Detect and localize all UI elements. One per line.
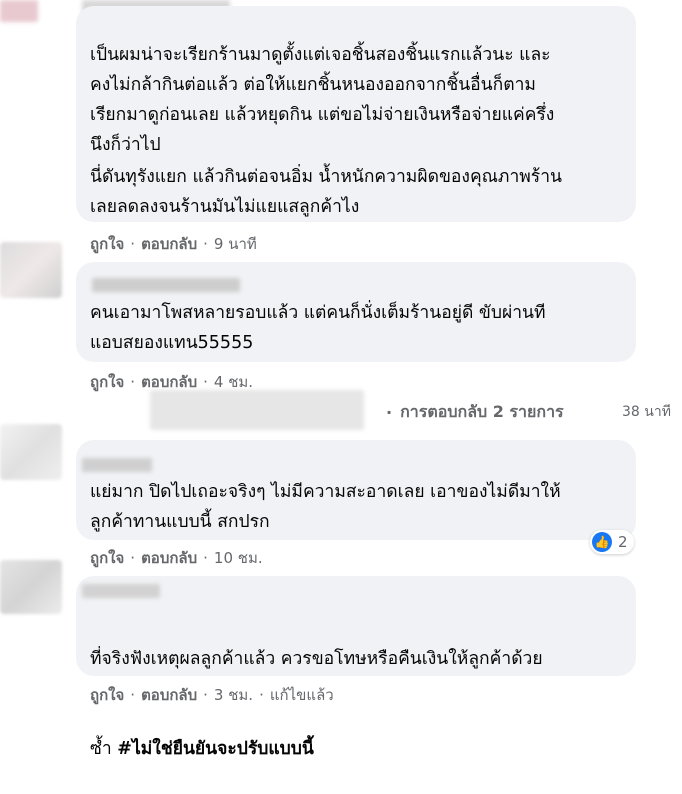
comment-timestamp[interactable]: 9 นาที: [214, 232, 257, 256]
like-link[interactable]: ถูกใจ: [90, 683, 124, 707]
dot-separator: ·: [203, 686, 208, 704]
comment-4-line-2-text: ซ้ำ: [90, 739, 118, 759]
blurred-reply-avatars: [150, 390, 364, 430]
hashtag-link[interactable]: #ไม่ใช่ยืนยันจะปรับแบบนี้: [117, 739, 314, 759]
dot-separator: ·: [203, 549, 208, 567]
like-link[interactable]: ถูกใจ: [90, 370, 124, 394]
dot-separator: ·: [130, 686, 136, 704]
comment-timestamp[interactable]: 10 ชม.: [214, 546, 263, 570]
like-link[interactable]: ถูกใจ: [90, 232, 124, 256]
comment-3-actions: ถูกใจ · ตอบกลับ · 10 ชม.: [90, 546, 263, 570]
like-link[interactable]: ถูกใจ: [90, 546, 124, 570]
blurred-name-4: [82, 584, 160, 598]
dot-separator: ·: [130, 235, 136, 253]
comment-3-text: แย่มาก ปิดไปเถอะจริงๆ ไม่มีความสะอาดเลย …: [90, 482, 561, 532]
reply-link[interactable]: ตอบกลับ: [141, 232, 197, 256]
comment-4-line-2: ซ้ำ #ไม่ใช่ยืนยันจะปรับแบบนี้: [90, 704, 650, 764]
comment-4-actions: ถูกใจ · ตอบกลับ · 3 ชม. · แก้ไขแล้ว: [90, 683, 334, 707]
avatar[interactable]: [0, 560, 62, 614]
blurred-name-3: [82, 458, 152, 472]
avatar[interactable]: [0, 424, 62, 480]
dot-separator: ·: [130, 549, 136, 567]
dot-separator: ·: [259, 686, 264, 704]
comment-2-text: คนเอามาโพสหลายรอบแล้ว แต่คนก็นั่งเต็มร้า…: [90, 303, 546, 353]
comment-1-paragraph-2: นี่ดันทุรังแยก แล้วกินต่อจนอิ่ม น้ำหนักค…: [90, 167, 562, 217]
dot-separator: ·: [130, 373, 136, 391]
reply-link[interactable]: ตอบกลับ: [141, 546, 197, 570]
comment-timestamp[interactable]: 3 ชม.: [214, 683, 253, 707]
dot-separator: ·: [203, 373, 208, 391]
reaction-summary[interactable]: 👍 2: [590, 530, 634, 554]
comment-1-actions: ถูกใจ · ตอบกลับ · 9 นาที: [90, 232, 257, 256]
reaction-count: 2: [618, 533, 628, 551]
edited-label[interactable]: แก้ไขแล้ว: [270, 683, 334, 707]
thumbs-up-icon: 👍: [592, 532, 612, 552]
dot-separator: ·: [203, 235, 208, 253]
blurred-name-top: [0, 0, 38, 22]
comment-1-paragraph-1: เป็นผมน่าจะเรียกร้านมาดูตั้งแต่เจอชิ้นสอ…: [90, 45, 555, 155]
comment-4-line-1: ที่จริงฟังเหตุผลลูกค้าแล้ว ควรขอโทษหรือค…: [90, 649, 543, 669]
view-replies-link[interactable]: ⋅ การตอบกลับ 2 รายการ: [386, 400, 564, 425]
blurred-name-2: [92, 278, 240, 292]
reply-link[interactable]: ตอบกลับ: [141, 683, 197, 707]
reply-arrow-icon: ⋅: [386, 403, 393, 422]
replies-timestamp: 38 นาที: [622, 404, 671, 420]
view-replies-label[interactable]: การตอบกลับ 2 รายการ: [400, 400, 564, 425]
avatar[interactable]: [0, 242, 62, 298]
